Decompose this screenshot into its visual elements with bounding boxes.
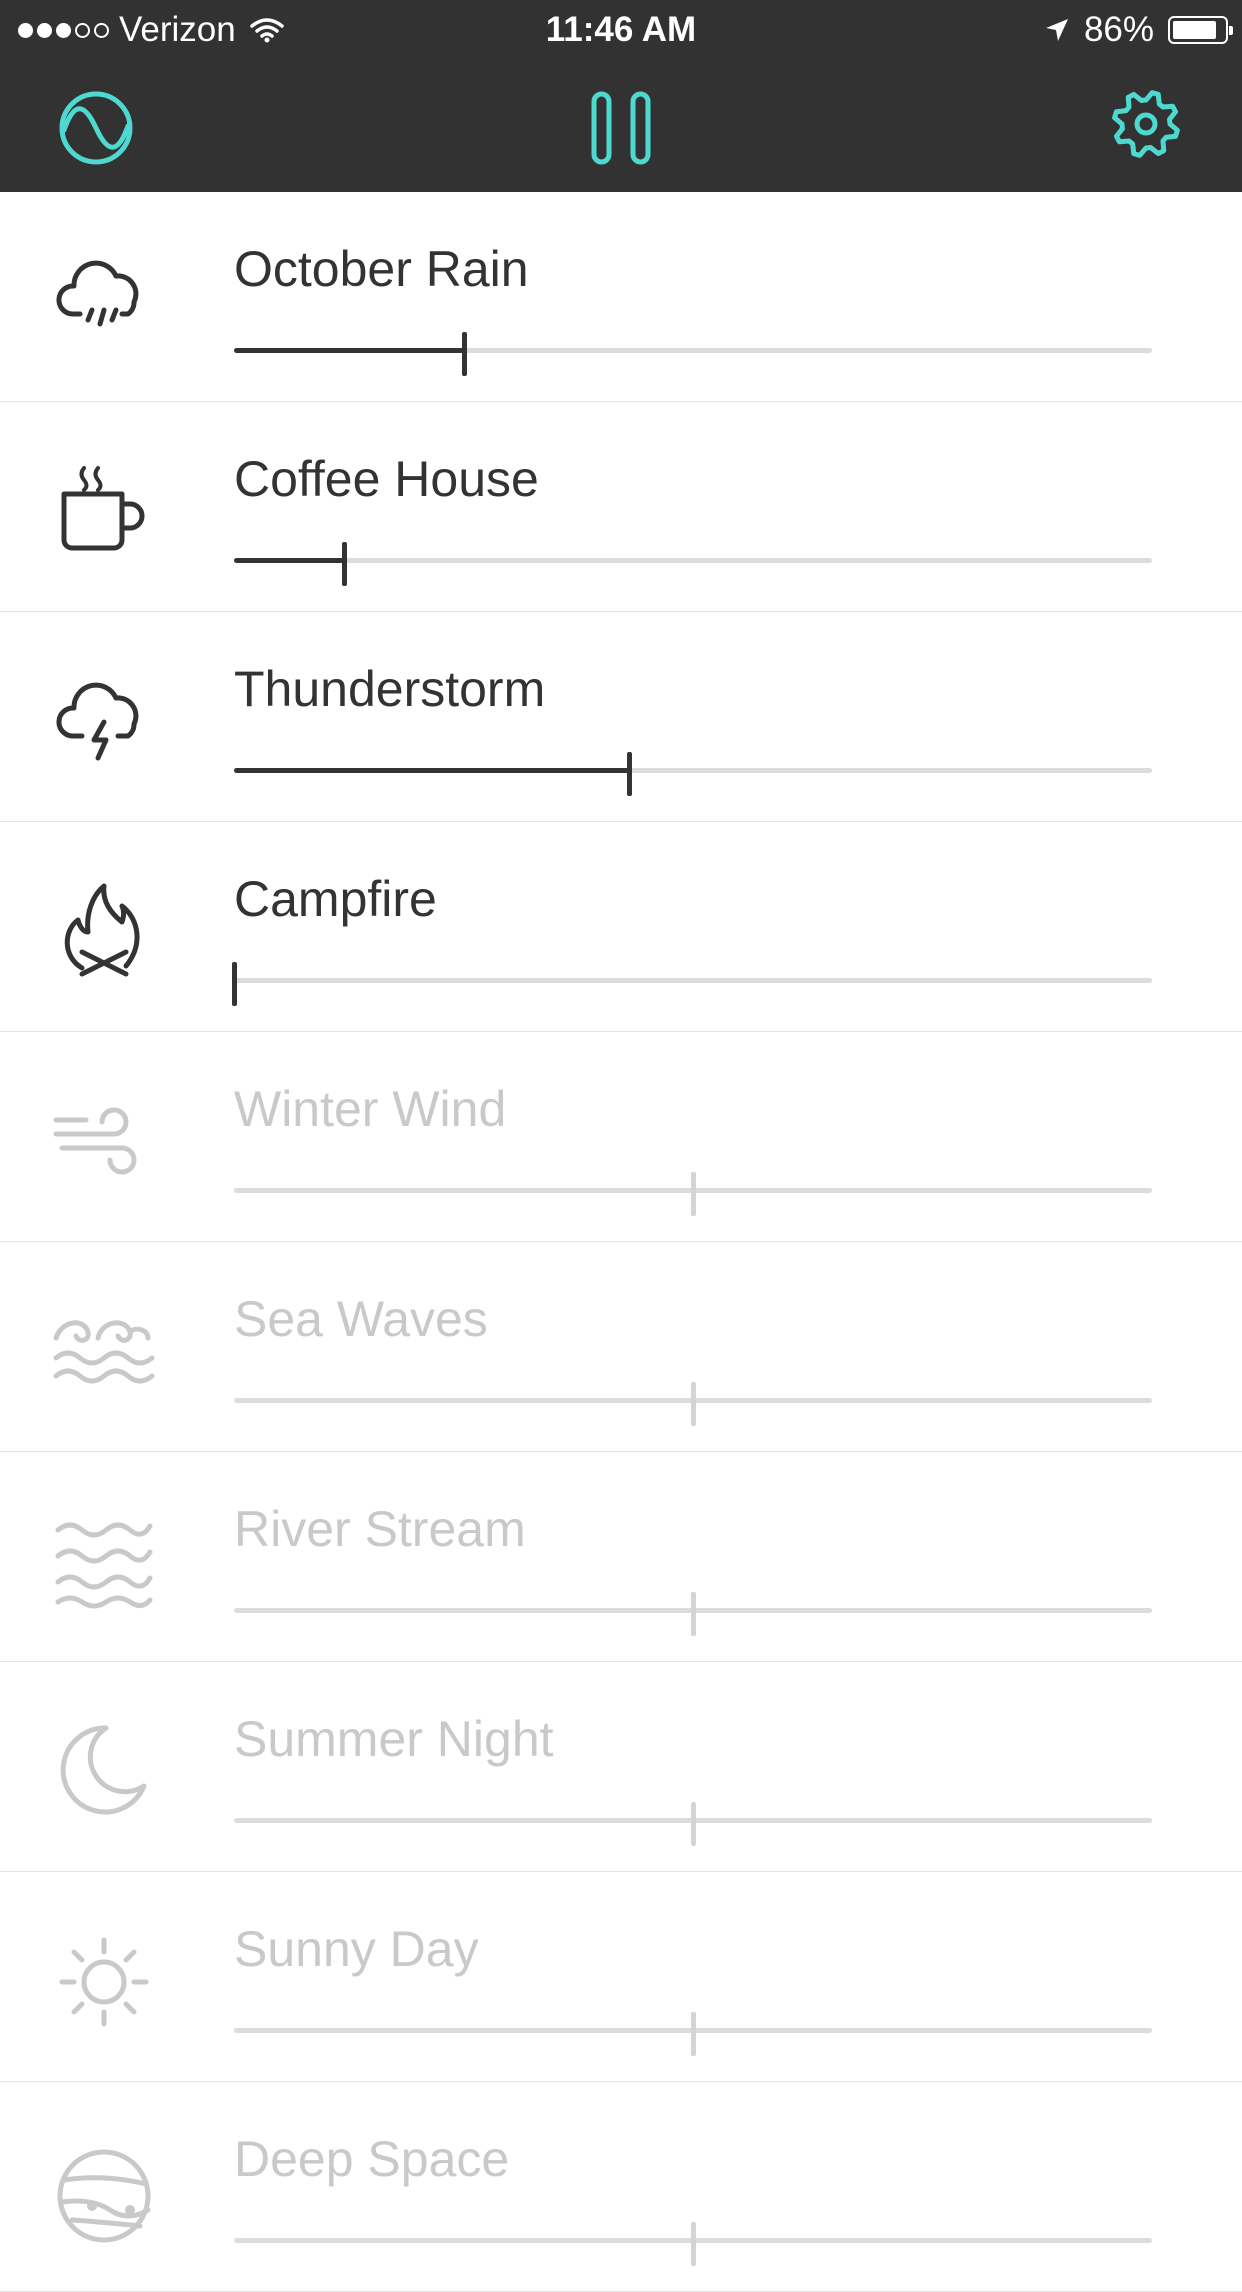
sound-label: Thunderstorm — [234, 661, 546, 717]
sound-row-coffee-house[interactable]: Coffee House — [0, 402, 1242, 612]
slider-thumb[interactable] — [691, 1592, 696, 1636]
sound-row-winter-wind[interactable]: Winter Wind — [0, 1032, 1242, 1242]
sound-label: Deep Space — [234, 2131, 510, 2187]
river-stream-icon[interactable] — [52, 1510, 156, 1614]
battery-percent: 86% — [1083, 10, 1154, 49]
location-arrow-icon — [1045, 19, 1068, 41]
slider-track — [234, 558, 1152, 563]
sound-label: October Rain — [234, 241, 529, 297]
slider-thumb[interactable] — [626, 752, 632, 796]
campfire-icon[interactable] — [52, 880, 156, 984]
sound-row-campfire[interactable]: Campfire — [0, 822, 1242, 1032]
planet-icon[interactable] — [52, 2140, 156, 2244]
sound-label: Winter Wind — [234, 1081, 507, 1137]
wave-circle-icon[interactable] — [56, 88, 136, 168]
slider-thumb[interactable] — [691, 2012, 696, 2056]
volume-slider[interactable] — [234, 1802, 1152, 1846]
sound-row-deep-space[interactable]: Deep Space — [0, 2082, 1242, 2292]
sound-row-sea-waves[interactable]: Sea Waves — [0, 1242, 1242, 1452]
sound-label: River Stream — [234, 1501, 526, 1557]
slider-thumb[interactable] — [691, 2222, 696, 2266]
coffee-cup-icon[interactable] — [52, 460, 156, 564]
sound-row-summer-night[interactable]: Summer Night — [0, 1662, 1242, 1872]
volume-slider[interactable] — [234, 1382, 1152, 1426]
battery-fill — [1173, 21, 1216, 39]
slider-fill — [234, 768, 629, 773]
volume-slider[interactable] — [234, 332, 1152, 376]
gear-icon[interactable] — [1106, 84, 1186, 164]
sea-waves-icon[interactable] — [52, 1300, 156, 1404]
volume-slider[interactable] — [234, 2012, 1152, 2056]
volume-slider[interactable] — [234, 2222, 1152, 2266]
slider-track — [234, 978, 1152, 983]
slider-thumb[interactable] — [691, 1172, 696, 1216]
sound-row-thunderstorm[interactable]: Thunderstorm — [0, 612, 1242, 822]
sound-label: Campfire — [234, 871, 437, 927]
pause-icon[interactable] — [588, 88, 654, 168]
slider-thumb[interactable] — [691, 1802, 696, 1846]
sun-icon[interactable] — [52, 1930, 156, 2034]
sound-row-october-rain[interactable]: October Rain — [0, 192, 1242, 402]
slider-thumb[interactable] — [691, 1382, 696, 1426]
sound-label: Sunny Day — [234, 1921, 479, 1977]
sound-label: Sea Waves — [234, 1291, 488, 1347]
battery-icon — [1168, 16, 1233, 44]
slider-fill — [234, 558, 345, 563]
moon-icon[interactable] — [52, 1720, 156, 1824]
slider-thumb[interactable] — [232, 962, 237, 1006]
top-bar: Verizon 11:46 AM 86% — [0, 0, 1242, 192]
sound-row-sunny-day[interactable]: Sunny Day — [0, 1872, 1242, 2082]
volume-slider[interactable] — [232, 962, 1152, 1006]
sound-label: Summer Night — [234, 1711, 554, 1767]
slider-thumb[interactable] — [342, 542, 348, 586]
slider-thumb[interactable] — [461, 332, 467, 376]
volume-slider[interactable] — [234, 1592, 1152, 1636]
sound-row-river-stream[interactable]: River Stream — [0, 1452, 1242, 1662]
wind-icon[interactable] — [52, 1090, 156, 1194]
volume-slider[interactable] — [234, 542, 1152, 586]
sound-label: Coffee House — [234, 451, 539, 507]
thunder-cloud-icon[interactable] — [52, 670, 156, 774]
volume-slider[interactable] — [234, 752, 1152, 796]
slider-fill — [234, 348, 464, 353]
sound-list: October Rain Coffee House Thunderstorm Camp… — [0, 192, 1242, 2292]
status-bar: Verizon 11:46 AM 86% — [0, 0, 1242, 62]
rain-cloud-icon[interactable] — [52, 250, 156, 354]
volume-slider[interactable] — [234, 1172, 1152, 1216]
